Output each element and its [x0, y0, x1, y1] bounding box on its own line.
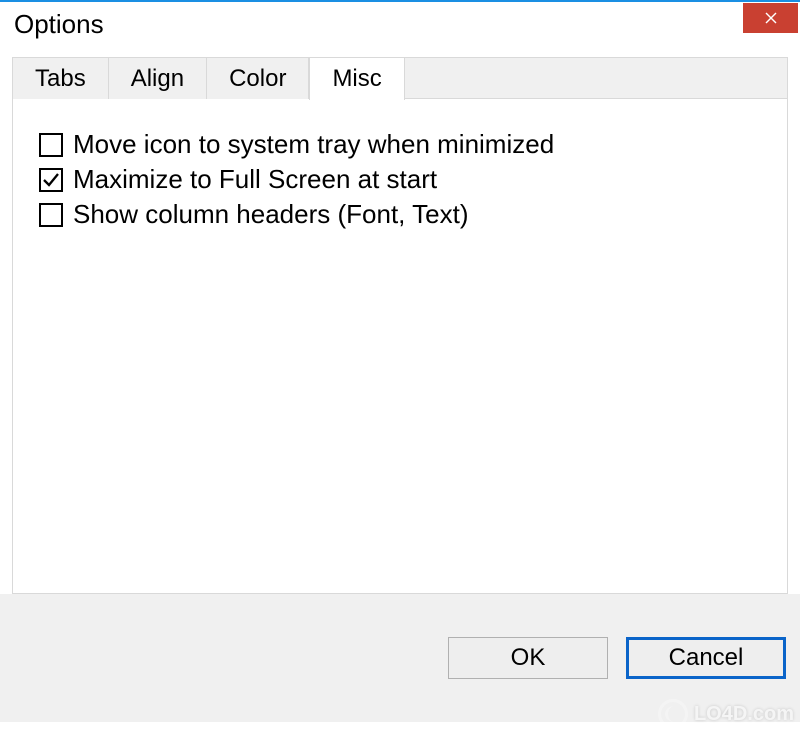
window-title: Options [14, 9, 104, 40]
label-show-headers[interactable]: Show column headers (Font, Text) [73, 199, 468, 230]
tab-color[interactable]: Color [207, 58, 309, 99]
watermark-text: LO4D.com [694, 703, 794, 726]
titlebar: Options [0, 2, 800, 47]
tab-spacer [405, 58, 787, 99]
tab-strip: Tabs Align Color Misc [12, 57, 788, 99]
checkbox-maximize-start[interactable] [39, 168, 63, 192]
ok-button[interactable]: OK [448, 637, 608, 679]
cancel-button[interactable]: Cancel [626, 637, 786, 679]
check-icon [42, 171, 60, 189]
option-show-headers: Show column headers (Font, Text) [39, 199, 761, 230]
checkbox-move-tray[interactable] [39, 133, 63, 157]
tab-misc[interactable]: Misc [309, 57, 404, 100]
close-button[interactable] [743, 3, 798, 33]
dialog-body: Tabs Align Color Misc Move icon to syste… [0, 57, 800, 594]
checkbox-show-headers[interactable] [39, 203, 63, 227]
options-dialog: Options Tabs Align Color Misc Move [0, 0, 800, 735]
tab-align[interactable]: Align [109, 58, 207, 99]
option-maximize-start: Maximize to Full Screen at start [39, 164, 761, 195]
close-icon [765, 12, 777, 24]
label-move-tray[interactable]: Move icon to system tray when minimized [73, 129, 554, 160]
option-move-tray: Move icon to system tray when minimized [39, 129, 761, 160]
tab-content-misc: Move icon to system tray when minimized … [12, 99, 788, 594]
label-maximize-start[interactable]: Maximize to Full Screen at start [73, 164, 437, 195]
watermark-icon [658, 699, 688, 729]
watermark: LO4D.com [658, 699, 794, 729]
tab-tabs[interactable]: Tabs [13, 58, 109, 99]
